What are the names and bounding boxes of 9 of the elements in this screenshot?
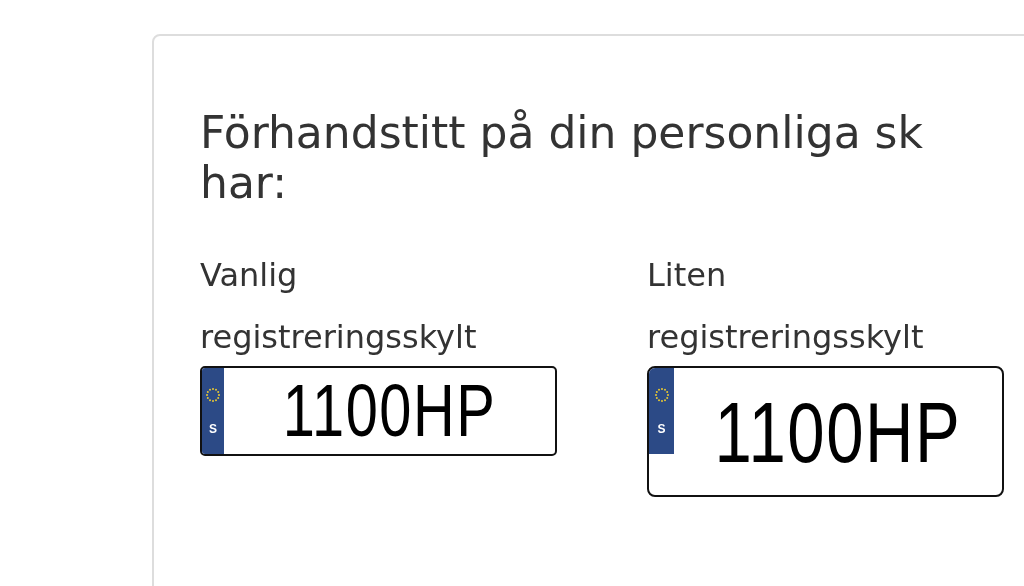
country-code: S — [657, 422, 666, 435]
plate-type-label: Liten registreringsskylt — [647, 255, 925, 358]
country-code: S — [209, 422, 217, 435]
plate-type-label: Vanlig registreringsskylt — [200, 255, 478, 358]
plate-number: 1100HP — [281, 374, 498, 448]
star-ring-icon — [205, 387, 221, 404]
star-ring-icon — [653, 387, 670, 404]
plate-number: 1100HP — [713, 388, 963, 475]
preview-heading: Förhandstitt på din personliga sk har: — [200, 108, 924, 208]
